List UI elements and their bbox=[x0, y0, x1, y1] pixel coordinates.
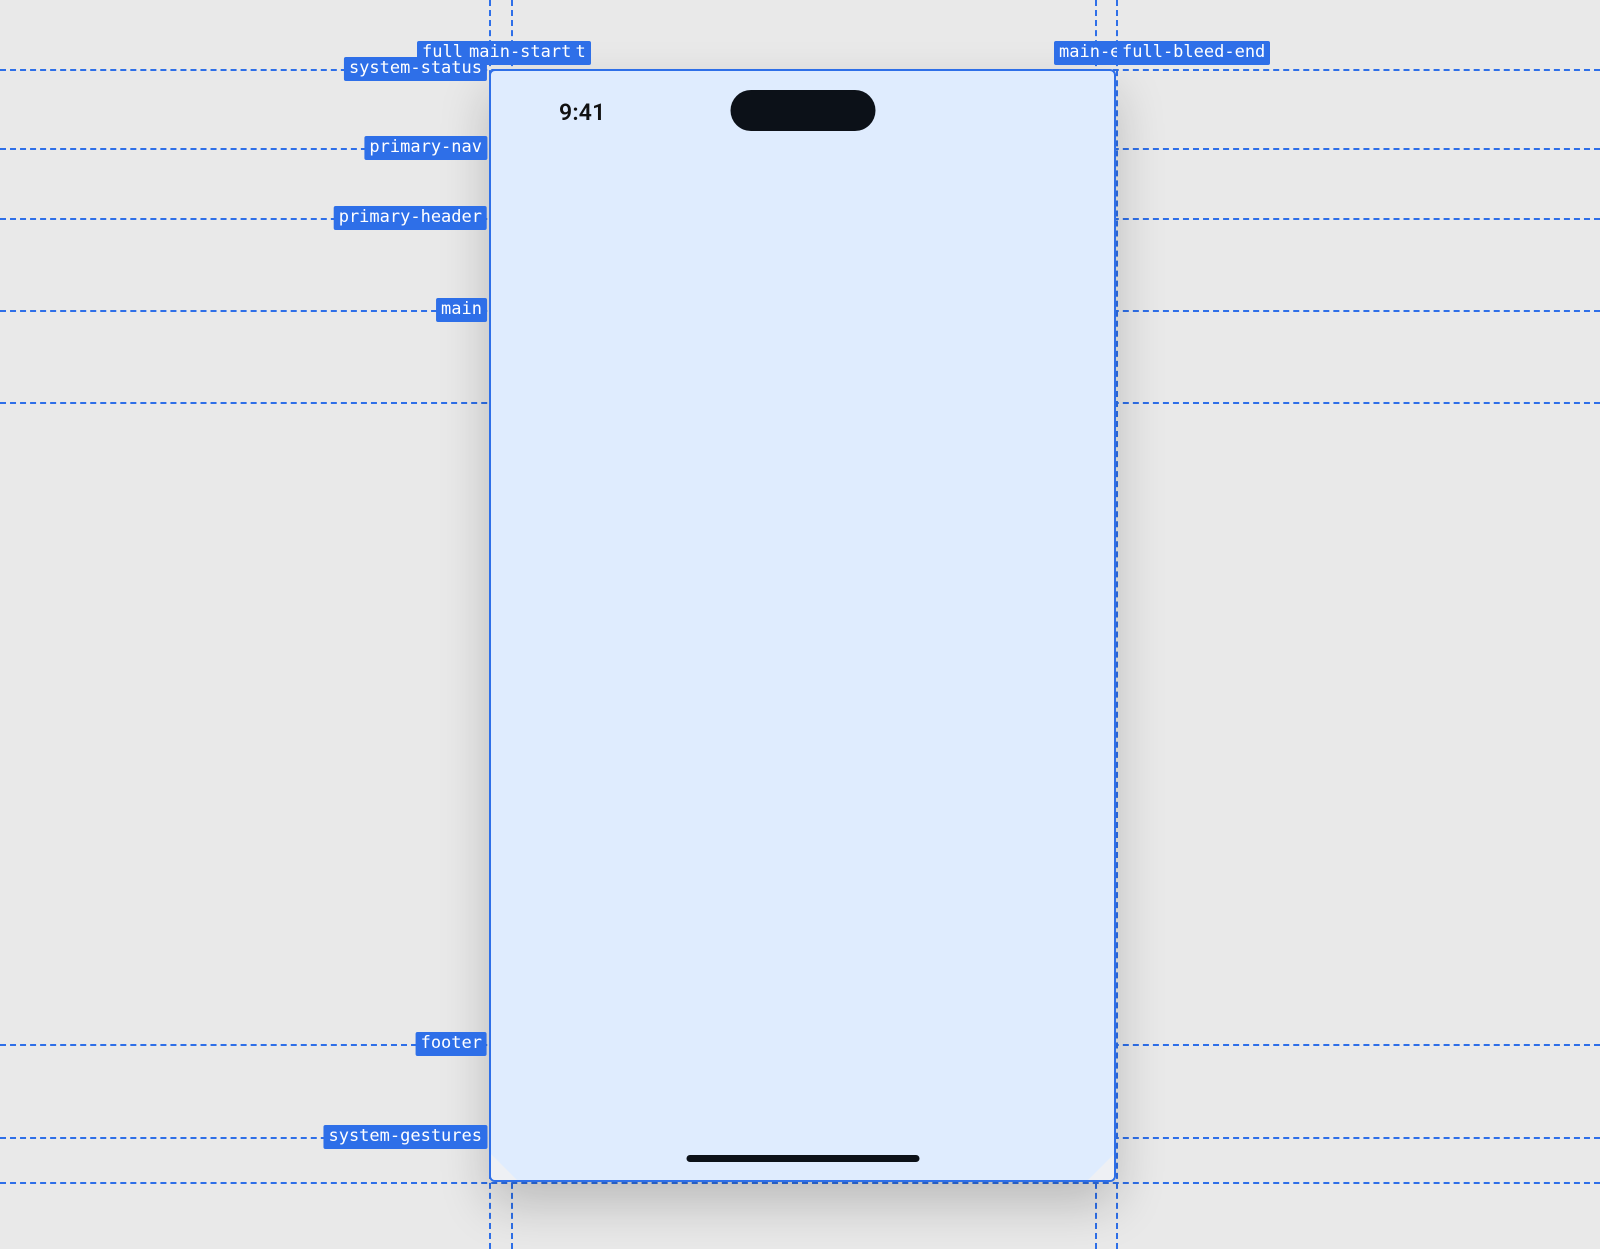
label-primary-nav: primary-nav bbox=[364, 136, 487, 160]
label-main: main bbox=[436, 298, 487, 322]
device-frame: 9:41 bbox=[489, 69, 1116, 1182]
label-system-status: system-status bbox=[344, 57, 487, 81]
guide-v-full-bleed-end bbox=[1116, 0, 1118, 1249]
status-bar-time: 9:41 bbox=[559, 99, 606, 126]
dynamic-island bbox=[730, 90, 875, 131]
label-primary-header: primary-header bbox=[334, 206, 487, 230]
home-indicator bbox=[686, 1155, 919, 1162]
label-system-gestures: system-gestures bbox=[323, 1125, 487, 1149]
canvas: 9:41 full-bleed-start main-start main-en… bbox=[0, 0, 1600, 1249]
guide-h-bottom bbox=[0, 1182, 1600, 1184]
corner-cut-bl bbox=[489, 1152, 519, 1182]
corner-cut-br bbox=[1086, 1152, 1116, 1182]
label-full-bleed-end: full-bleed-end bbox=[1117, 41, 1270, 65]
label-footer: footer bbox=[416, 1032, 487, 1056]
